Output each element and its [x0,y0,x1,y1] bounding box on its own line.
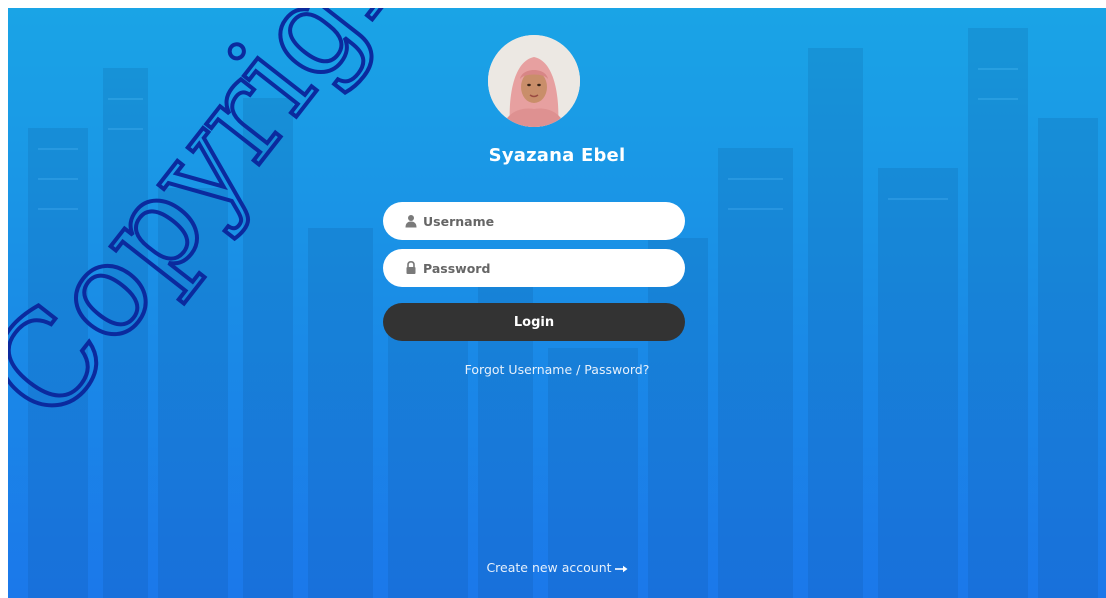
login-container: Syazana Ebel Login Forgot Username / Pas… [8,8,1106,598]
create-account-label: Create new account [486,560,612,575]
forgot-password-link[interactable]: Forgot Username / Password? [465,362,650,377]
login-page: Syazana Ebel Login Forgot Username / Pas… [8,8,1106,598]
password-field[interactable] [383,249,685,287]
username-field[interactable] [383,202,685,240]
avatar [488,35,580,127]
forgot-password-row: Forgot Username / Password? [8,362,1106,377]
login-button[interactable]: Login [383,303,685,341]
create-account-row: Create new account [8,560,1106,575]
username-input[interactable] [423,202,673,240]
user-icon [405,215,417,228]
lock-icon [406,261,416,274]
arrow-right-icon [614,565,628,572]
password-input[interactable] [423,249,673,287]
avatar-image [488,35,580,127]
profile-name: Syazana Ebel [488,145,626,166]
create-account-link[interactable]: Create new account [486,560,628,575]
